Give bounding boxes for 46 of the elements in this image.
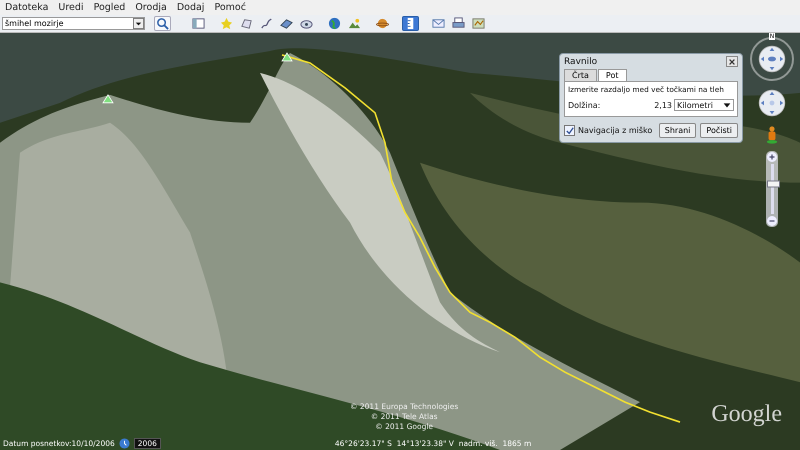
menu-item[interactable]: Pomoć xyxy=(214,2,246,13)
move-control-icon[interactable] xyxy=(756,87,788,119)
search-field[interactable]: šmihel mozirje xyxy=(2,17,145,30)
overlay-icon xyxy=(280,17,293,30)
person-icon[interactable] xyxy=(766,125,778,145)
triangle-marker-icon xyxy=(281,52,293,62)
dialog-title: Ravnilo xyxy=(564,56,598,66)
zoom-out-icon[interactable] xyxy=(767,216,777,226)
tab[interactable]: Pot xyxy=(598,69,626,81)
tab[interactable]: Črta xyxy=(564,69,597,81)
close-button[interactable] xyxy=(726,56,738,67)
search-button[interactable] xyxy=(154,16,171,31)
path-icon xyxy=(260,17,273,30)
map-logo: Google xyxy=(711,401,782,428)
zoom-slider[interactable] xyxy=(766,151,778,227)
dialog-button[interactable]: Počisti xyxy=(700,123,738,138)
planet-button[interactable] xyxy=(374,16,391,31)
landscape-icon xyxy=(348,17,361,30)
checkbox[interactable] xyxy=(564,125,575,136)
checkbox-label: Navigacija z miško xyxy=(578,126,652,135)
dropdown-icon[interactable] xyxy=(133,18,144,29)
length-value: 2,13 xyxy=(654,100,672,110)
menu-item[interactable]: Uredi xyxy=(58,2,84,13)
menu-item[interactable]: Datoteka xyxy=(5,2,48,13)
clock-icon[interactable] xyxy=(118,438,130,448)
globe-button[interactable] xyxy=(326,16,343,31)
eye-arrows-icon xyxy=(756,43,788,75)
planet-icon xyxy=(376,17,389,30)
close-icon xyxy=(728,58,736,66)
triangle-marker-icon xyxy=(102,94,114,104)
landscape-button[interactable] xyxy=(346,16,363,31)
search-icon xyxy=(156,17,169,30)
zoom-in-icon[interactable] xyxy=(767,152,777,162)
globe-icon xyxy=(328,17,341,30)
unit-dropdown[interactable]: Kilometri xyxy=(674,99,734,111)
printer-icon xyxy=(452,17,465,30)
menu-item[interactable]: Dodaj xyxy=(176,2,204,13)
sidebar-button[interactable] xyxy=(190,16,207,31)
ruler-button[interactable] xyxy=(402,16,419,31)
length-label: Dolžina: xyxy=(568,100,600,110)
dialog-button[interactable]: Shrani xyxy=(658,123,696,138)
sidebar-icon xyxy=(192,17,205,30)
menu-item[interactable]: Pogled xyxy=(94,2,126,13)
menu-item[interactable]: Orodja xyxy=(135,2,167,13)
zoom-thumb[interactable] xyxy=(766,180,780,188)
polygon-icon xyxy=(240,17,253,30)
